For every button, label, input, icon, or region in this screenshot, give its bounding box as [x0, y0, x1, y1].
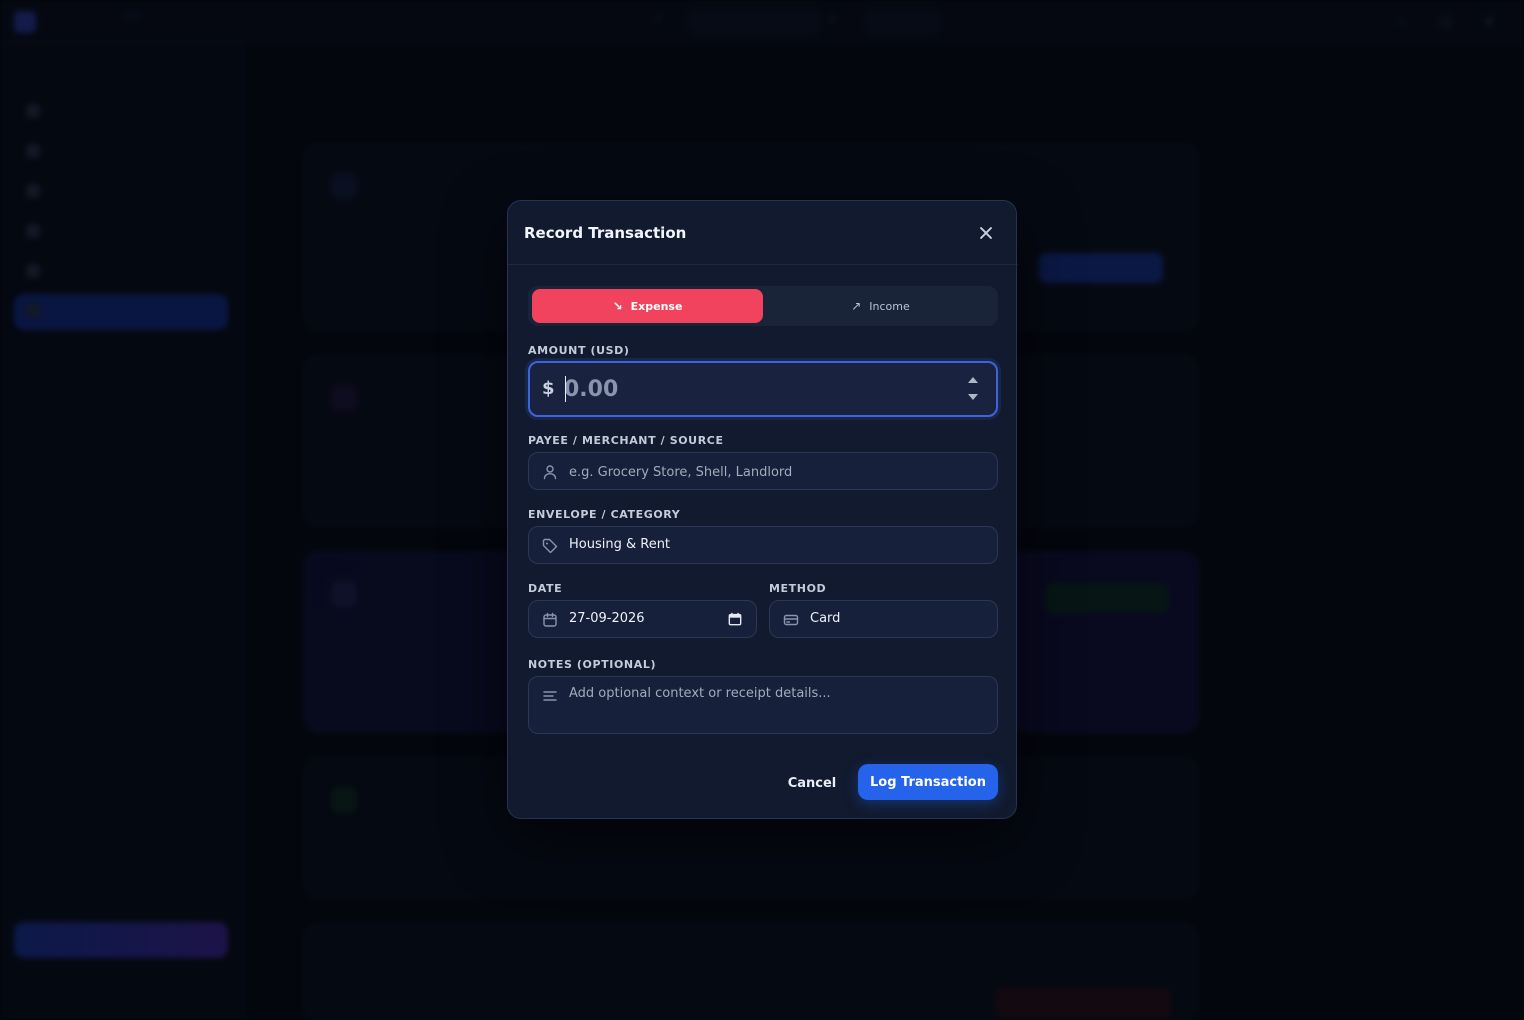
payee-field	[528, 452, 998, 490]
transaction-type-toggle: ↘ Expense ↗ Income	[528, 286, 998, 326]
notes-field	[528, 676, 998, 734]
envelope-label: ENVELOPE / CATEGORY	[528, 508, 681, 521]
income-label: Income	[869, 299, 910, 313]
chevron-up-icon[interactable]	[968, 377, 978, 383]
amount-label: AMOUNT (USD)	[528, 344, 630, 357]
amount-field: $	[528, 361, 998, 417]
expense-label: Expense	[630, 299, 683, 313]
notes-input[interactable]	[569, 686, 989, 726]
amount-input[interactable]	[564, 375, 944, 403]
currency-symbol: $	[542, 378, 555, 399]
arrow-down-right-icon: ↘	[612, 299, 623, 313]
calendar-icon	[543, 612, 557, 627]
text-lines-icon	[543, 691, 557, 701]
expense-toggle-button[interactable]: ↘ Expense	[532, 289, 763, 323]
income-toggle-button[interactable]: ↗ Income	[767, 289, 994, 323]
method-select[interactable]: Card	[769, 600, 998, 638]
payee-input[interactable]	[569, 462, 979, 482]
date-picker-icon[interactable]	[728, 612, 742, 626]
method-value: Card	[810, 611, 841, 626]
payee-label: PAYEE / MERCHANT / SOURCE	[528, 434, 724, 447]
date-field[interactable]: 27-09-2026	[528, 600, 757, 638]
modal-header: Record Transaction	[508, 201, 1018, 265]
credit-card-icon	[783, 614, 799, 626]
envelope-value: Housing & Rent	[569, 537, 671, 552]
tag-icon	[542, 538, 558, 554]
app-window: ‹ › – □ × Record Transaction ↘ Expense ↗…	[0, 0, 1524, 1020]
log-transaction-button[interactable]: Log Transaction	[858, 764, 998, 800]
text-caret	[565, 376, 566, 402]
user-icon	[543, 465, 557, 480]
record-transaction-modal: Record Transaction ↘ Expense ↗ Income AM…	[507, 200, 1018, 819]
date-label: DATE	[528, 582, 563, 595]
close-icon[interactable]	[974, 221, 998, 245]
arrow-up-right-icon: ↗	[851, 299, 862, 313]
modal-title: Record Transaction	[524, 224, 687, 242]
notes-label: NOTES (OPTIONAL)	[528, 658, 657, 671]
chevron-down-icon[interactable]	[968, 394, 978, 400]
amount-stepper[interactable]	[966, 375, 980, 403]
cancel-button[interactable]: Cancel	[774, 766, 850, 800]
method-label: METHOD	[769, 582, 827, 595]
date-value: 27-09-2026	[569, 611, 645, 626]
envelope-select[interactable]: Housing & Rent	[528, 526, 998, 564]
